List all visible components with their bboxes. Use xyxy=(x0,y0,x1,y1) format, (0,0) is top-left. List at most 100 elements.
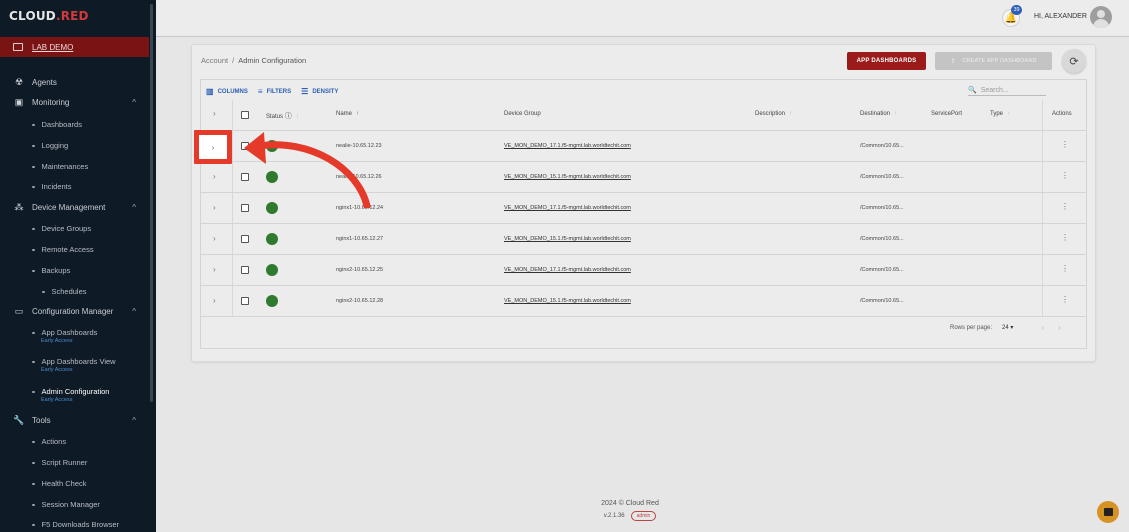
agents-icon: ☢ xyxy=(14,76,24,87)
expand-row-icon[interactable]: › xyxy=(213,265,216,274)
row-device-group-link[interactable]: VE_MON_DEMO_15.1.f5-mgmt.lab.worldtechit… xyxy=(504,236,631,242)
more-vert-icon[interactable]: ⋮ xyxy=(1061,171,1069,180)
breadcrumb-account[interactable]: Account xyxy=(201,56,228,65)
row-device-group-link[interactable]: VE_MON_DEMO_15.1.f5-mgmt.lab.worldtechit… xyxy=(504,298,631,304)
sidebar-item-app-dashboards-view[interactable]: App Dashboards View Early Access xyxy=(0,357,149,373)
sidebar-item-tools[interactable]: 🔧 Tools ^ xyxy=(0,411,149,429)
row-checkbox[interactable] xyxy=(241,266,249,274)
upload-icon: ⇪ xyxy=(950,58,957,65)
table-header: › Status ⓘ ↑ Name ↑ Device Group Descripti… xyxy=(201,100,1086,131)
sidebar-item-configuration-manager[interactable]: ▭ Configuration Manager ^ xyxy=(0,302,149,320)
column-header-actions: Actions xyxy=(1052,111,1072,117)
more-vert-icon[interactable]: ⋮ xyxy=(1061,295,1069,304)
sidebar-item-health-check[interactable]: Health Check xyxy=(0,479,149,488)
sidebar-item-agents[interactable]: ☢ Agents xyxy=(0,73,149,91)
more-vert-icon[interactable]: ⋮ xyxy=(1061,202,1069,211)
refresh-icon: ⟳ xyxy=(1069,55,1079,68)
chevron-right-icon[interactable]: › xyxy=(1058,323,1075,332)
avatar[interactable] xyxy=(1090,6,1112,28)
role-badge: admin xyxy=(630,511,657,521)
expand-row-icon[interactable]: › xyxy=(213,203,216,212)
sidebar-item-remote-access[interactable]: Remote Access xyxy=(0,245,149,254)
sidebar-scrollbar[interactable] xyxy=(150,4,153,402)
sidebar-item-app-dashboards[interactable]: App Dashboards Early Access xyxy=(0,328,149,344)
density-icon: ☰ xyxy=(301,87,309,96)
select-all-checkbox[interactable] xyxy=(241,111,249,119)
column-header-type[interactable]: Type ↑ xyxy=(990,111,1010,117)
notification-count-badge: 39 xyxy=(1011,5,1022,15)
chevron-up-icon: ^ xyxy=(132,415,136,425)
sidebar-item-session-manager[interactable]: Session Manager xyxy=(0,500,149,509)
row-destination: /Common/10.65... xyxy=(860,236,904,242)
row-checkbox[interactable] xyxy=(241,235,249,243)
chevron-up-icon: ^ xyxy=(132,306,136,316)
expand-row-icon[interactable]: › xyxy=(213,296,216,305)
column-header-service-port[interactable]: ServicePort xyxy=(931,111,962,117)
row-destination: /Common/10.65... xyxy=(860,174,904,180)
column-header-destination[interactable]: Destination ↑ xyxy=(860,111,897,117)
sidebar-item-device-groups[interactable]: Device Groups xyxy=(0,224,149,233)
row-name: nginx2-10.65.12.25 xyxy=(336,267,384,273)
columns-icon: ▥ xyxy=(206,87,214,96)
row-destination: /Common/10.65... xyxy=(860,205,904,211)
pagination: Rows per page: 24 ▾ ‹› xyxy=(950,323,1075,332)
more-vert-icon[interactable]: ⋮ xyxy=(1061,264,1069,273)
sidebar-item-logging[interactable]: Logging xyxy=(0,141,149,150)
status-indicator xyxy=(266,295,278,307)
sidebar-item-backups[interactable]: Backups xyxy=(0,266,149,275)
monitoring-icon: ▣ xyxy=(14,96,24,107)
refresh-button[interactable]: ⟳ xyxy=(1062,49,1086,73)
row-destination: /Common/10.65... xyxy=(860,143,904,149)
tools-icon: 🔧 xyxy=(13,414,25,425)
status-indicator xyxy=(266,264,278,276)
chat-icon xyxy=(1103,508,1113,516)
row-device-group-link[interactable]: VE_MON_DEMO_15.1.f5-mgmt.lab.worldtechit… xyxy=(504,174,631,180)
row-device-group-link[interactable]: VE_MON_DEMO_17.1.f5-mgmt.lab.worldtechit… xyxy=(504,143,631,149)
grid-toolbar: ▥ COLUMNS ≡ FILTERS ☰ DENSITY xyxy=(206,87,338,96)
rows-per-page-select[interactable]: 24 ▾ xyxy=(1002,324,1013,331)
row-device-group-link[interactable]: VE_MON_DEMO_17.1.f5-mgmt.lab.worldtechit… xyxy=(504,205,631,211)
logo: CLOUD.RED xyxy=(9,9,89,23)
sidebar-item-actions[interactable]: Actions xyxy=(0,437,149,446)
table-row: › nginx2-10.65.12.28 VE_MON_DEMO_15.1.f5… xyxy=(201,286,1086,317)
expand-row-button-highlighted[interactable]: › xyxy=(199,135,227,159)
sidebar-item-admin-configuration[interactable]: Admin Configuration Early Access xyxy=(0,387,149,403)
sidebar-item-maintenances[interactable]: Maintenances xyxy=(0,162,149,171)
breadcrumb-current: Admin Configuration xyxy=(238,56,307,65)
row-checkbox[interactable] xyxy=(241,297,249,305)
user-greeting[interactable]: HI, ALEXANDER xyxy=(1034,13,1087,20)
sidebar-item-schedules[interactable]: Schedules xyxy=(0,287,149,296)
sidebar-item-f5-downloads-browser[interactable]: F5 Downloads Browser xyxy=(0,520,149,529)
column-header-description[interactable]: Description ↑ xyxy=(755,111,792,117)
chevron-left-icon[interactable]: ‹ xyxy=(1041,323,1058,332)
column-header-name[interactable]: Name ↑ xyxy=(336,111,359,117)
filters-button[interactable]: ≡ FILTERS xyxy=(258,87,291,96)
search-input[interactable]: 🔍 Search... xyxy=(968,85,1046,96)
expand-row-icon[interactable]: › xyxy=(213,234,216,243)
row-name: nginx2-10.65.12.28 xyxy=(336,298,384,304)
columns-button[interactable]: ▥ COLUMNS xyxy=(206,87,248,96)
configuration-manager-icon: ▭ xyxy=(14,305,24,316)
density-button[interactable]: ☰ DENSITY xyxy=(301,87,338,96)
expand-row-icon[interactable]: › xyxy=(213,172,216,181)
footer: 2024 © Cloud Red v.2.1.36 admin xyxy=(601,500,659,521)
lab-selector[interactable]: LAB DEMO xyxy=(0,37,149,57)
table-row: › nginx1-10.65.12.27 VE_MON_DEMO_15.1.f5… xyxy=(201,224,1086,255)
column-header-device-group[interactable]: Device Group xyxy=(504,111,541,117)
column-header-status[interactable]: Status ⓘ ↑ xyxy=(266,111,299,121)
row-destination: /Common/10.65... xyxy=(860,267,904,273)
more-vert-icon[interactable]: ⋮ xyxy=(1061,233,1069,242)
chat-button[interactable] xyxy=(1097,501,1119,523)
chevron-up-icon: ^ xyxy=(132,202,136,212)
sidebar-item-script-runner[interactable]: Script Runner xyxy=(0,458,149,467)
create-app-dashboard-button[interactable]: ⇪ CREATE APP DASHBOARD xyxy=(935,52,1052,70)
app-dashboards-button[interactable]: APP DASHBOARDS xyxy=(847,52,926,70)
sidebar-item-dashboards[interactable]: Dashboards xyxy=(0,120,149,129)
sidebar-item-monitoring[interactable]: ▣ Monitoring ^ xyxy=(0,93,149,111)
more-vert-icon[interactable]: ⋮ xyxy=(1061,140,1069,149)
annotation-arrow-icon xyxy=(244,132,371,208)
sidebar-item-device-management[interactable]: ⁂ Device Management ^ xyxy=(0,198,149,216)
row-device-group-link[interactable]: VE_MON_DEMO_17.1.f5-mgmt.lab.worldtechit… xyxy=(504,267,631,273)
sidebar-item-incidents[interactable]: Incidents xyxy=(0,182,149,191)
page-navigation[interactable]: ‹› xyxy=(1041,323,1074,332)
